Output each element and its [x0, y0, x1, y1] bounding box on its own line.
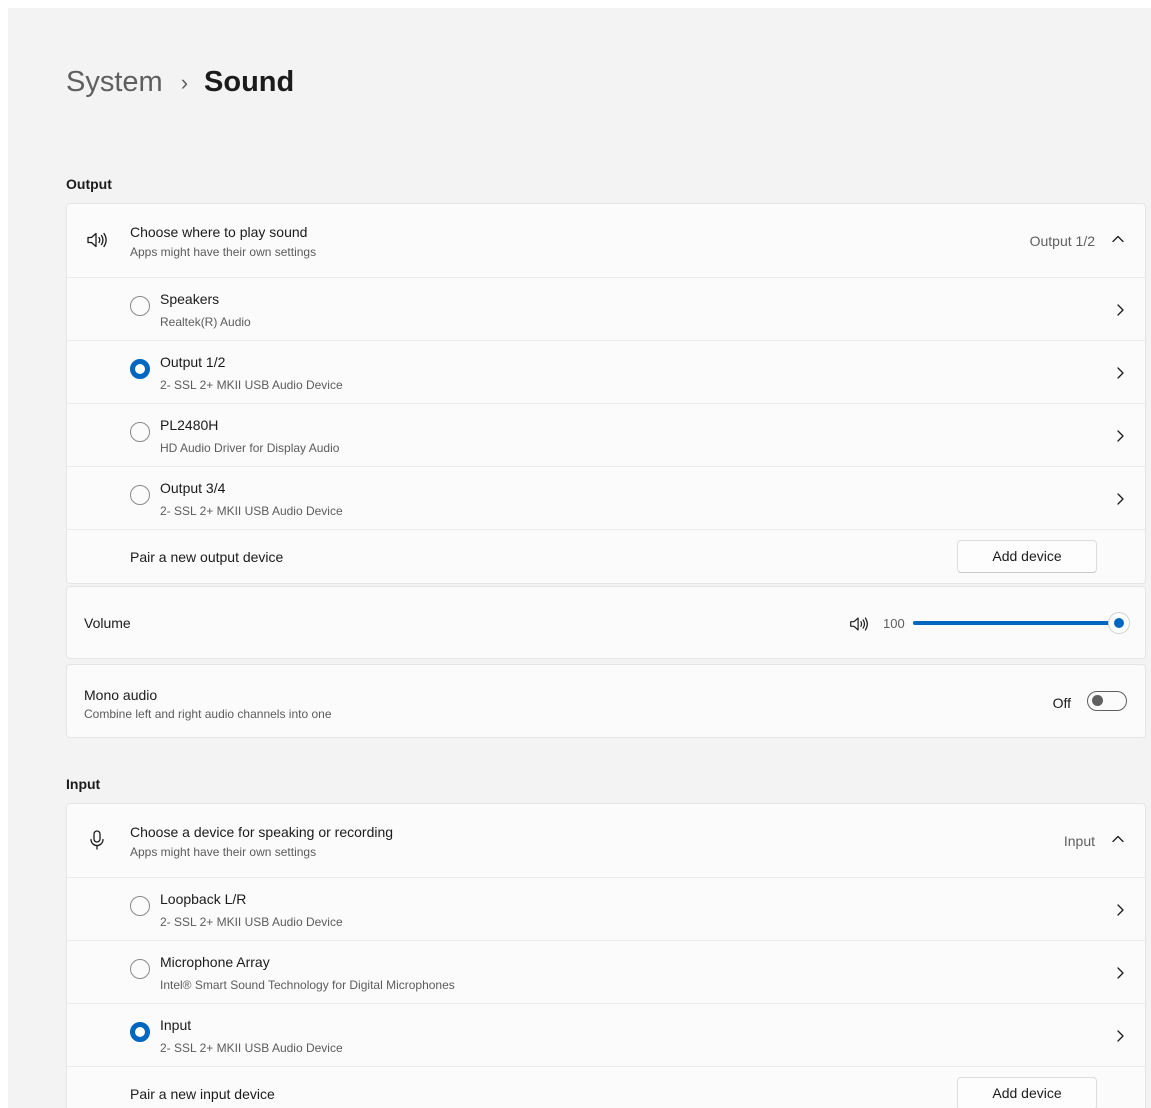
add-input-device-button[interactable]: Add device	[957, 1077, 1097, 1108]
radio-button-selected[interactable]	[130, 359, 150, 379]
device-description: 2- SSL 2+ MKII USB Audio Device	[160, 504, 343, 518]
input-current-device: Input	[1063, 833, 1095, 849]
mono-audio-card: Mono audio Combine left and right audio …	[66, 664, 1146, 738]
output-device-row-pl2480h[interactable]: PL2480H HD Audio Driver for Display Audi…	[67, 403, 1145, 466]
toggle-knob	[1092, 695, 1103, 706]
volume-card: Volume 100	[66, 586, 1146, 659]
settings-window: System › Sound Output Choose where to pl…	[8, 8, 1151, 1108]
chevron-right-icon[interactable]	[1115, 1029, 1125, 1043]
device-description: Intel® Smart Sound Technology for Digita…	[160, 978, 455, 992]
mono-audio-title: Mono audio	[84, 687, 158, 703]
chevron-right-icon[interactable]	[1115, 366, 1125, 380]
output-device-row-speakers[interactable]: Speakers Realtek(R) Audio	[67, 277, 1145, 340]
device-name: PL2480H	[160, 417, 219, 433]
input-section-title: Input	[66, 776, 101, 792]
device-description: 2- SSL 2+ MKII USB Audio Device	[160, 1041, 343, 1055]
output-device-card: Choose where to play sound Apps might ha…	[66, 203, 1146, 584]
speaker-icon[interactable]	[847, 613, 871, 635]
radio-button[interactable]	[130, 296, 150, 316]
device-name: Speakers	[160, 291, 220, 307]
output-device-header[interactable]: Choose where to play sound Apps might ha…	[67, 204, 1145, 277]
chevron-right-icon[interactable]	[1115, 429, 1125, 443]
pair-input-device-row: Pair a new input device Add device	[67, 1066, 1145, 1108]
device-name: Loopback L/R	[160, 891, 247, 907]
chevron-up-icon[interactable]	[1111, 834, 1125, 844]
mono-audio-toggle[interactable]	[1087, 691, 1127, 711]
page-title: Sound	[204, 66, 295, 98]
radio-button[interactable]	[130, 422, 150, 442]
add-output-device-button[interactable]: Add device	[957, 540, 1097, 573]
chevron-right-icon[interactable]	[1115, 303, 1125, 317]
device-description: HD Audio Driver for Display Audio	[160, 441, 340, 455]
device-name: Output 1/2	[160, 354, 226, 370]
radio-button[interactable]	[130, 896, 150, 916]
device-name: Microphone Array	[160, 954, 270, 970]
output-device-row-output-3-4[interactable]: Output 3/4 2- SSL 2+ MKII USB Audio Devi…	[67, 466, 1145, 529]
pair-output-label: Pair a new output device	[130, 549, 284, 565]
device-description: 2- SSL 2+ MKII USB Audio Device	[160, 915, 343, 929]
input-device-header[interactable]: Choose a device for speaking or recordin…	[67, 804, 1145, 877]
input-device-row-microphone-array[interactable]: Microphone Array Intel® Smart Sound Tech…	[67, 940, 1145, 1003]
radio-button-selected[interactable]	[130, 1022, 150, 1042]
output-header-subtitle: Apps might have their own settings	[130, 245, 317, 259]
radio-button[interactable]	[130, 959, 150, 979]
mono-audio-subtitle: Combine left and right audio channels in…	[84, 707, 332, 721]
mono-audio-state-label: Off	[1052, 695, 1071, 711]
radio-button[interactable]	[130, 485, 150, 505]
input-header-subtitle: Apps might have their own settings	[130, 845, 317, 859]
microphone-icon	[90, 830, 104, 850]
input-header-title: Choose a device for speaking or recordin…	[130, 824, 394, 840]
input-device-row-input[interactable]: Input 2- SSL 2+ MKII USB Audio Device	[67, 1003, 1145, 1066]
volume-slider-thumb[interactable]	[1109, 613, 1129, 633]
chevron-right-icon[interactable]	[1115, 903, 1125, 917]
volume-value: 100	[883, 616, 905, 631]
breadcrumb-system-link[interactable]: System	[66, 66, 163, 99]
device-description: 2- SSL 2+ MKII USB Audio Device	[160, 378, 343, 392]
volume-slider[interactable]	[913, 613, 1129, 633]
device-description: Realtek(R) Audio	[160, 315, 251, 329]
speaker-icon	[87, 232, 107, 248]
breadcrumb-separator: ›	[180, 69, 189, 95]
volume-slider-fill	[913, 621, 1119, 625]
input-device-card: Choose a device for speaking or recordin…	[66, 803, 1146, 1108]
pair-input-label: Pair a new input device	[130, 1086, 275, 1102]
output-section-title: Output	[66, 176, 112, 192]
volume-label: Volume	[84, 615, 131, 631]
chevron-right-icon[interactable]	[1115, 492, 1125, 506]
pair-output-device-row: Pair a new output device Add device	[67, 529, 1145, 583]
output-header-title: Choose where to play sound	[130, 224, 308, 240]
device-name: Input	[160, 1017, 192, 1033]
chevron-up-icon[interactable]	[1111, 234, 1125, 244]
chevron-right-icon[interactable]	[1115, 966, 1125, 980]
input-device-row-loopback[interactable]: Loopback L/R 2- SSL 2+ MKII USB Audio De…	[67, 877, 1145, 940]
breadcrumb: System › Sound	[66, 66, 294, 99]
output-device-row-output-1-2[interactable]: Output 1/2 2- SSL 2+ MKII USB Audio Devi…	[67, 340, 1145, 403]
device-name: Output 3/4	[160, 480, 226, 496]
output-current-device: Output 1/2	[1029, 233, 1095, 249]
